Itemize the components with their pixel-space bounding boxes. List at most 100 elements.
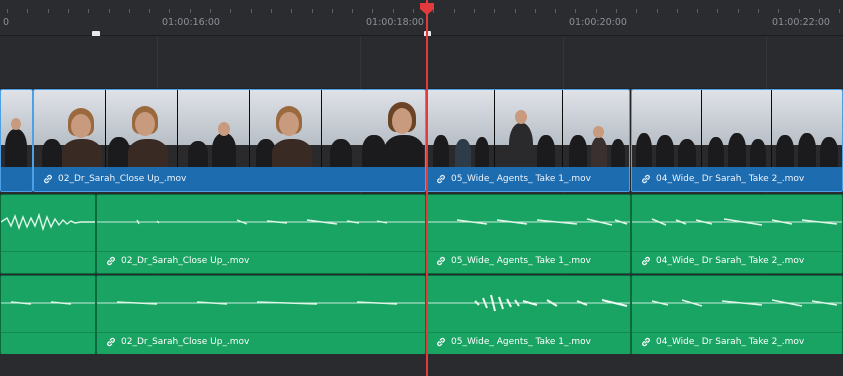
audio-waveform bbox=[97, 301, 425, 305]
video-track-1: 02_Dr_Sarah_Close Up_.mov 05_Wide_ Agent… bbox=[0, 89, 843, 192]
ruler-tick bbox=[169, 9, 170, 13]
ruler-tick bbox=[555, 9, 556, 13]
ruler-tick bbox=[291, 9, 292, 13]
ruler-label-22s: 01:00:22:00 bbox=[772, 17, 830, 28]
clip-label-bar bbox=[1, 167, 32, 191]
audio-waveform bbox=[427, 218, 630, 226]
ruler-tick bbox=[332, 9, 333, 13]
audio-waveform bbox=[97, 219, 425, 225]
ruler-tick bbox=[372, 9, 373, 13]
audio-clip-wide-agents-take-1[interactable]: 05_Wide_ Agents_ Take 1_.mov bbox=[426, 275, 631, 355]
link-icon bbox=[42, 173, 54, 185]
video-clip-wide-dr-sarah-take-2[interactable]: 04_Wide_ Dr Sarah_ Take 2_.mov bbox=[631, 89, 843, 192]
link-icon bbox=[640, 173, 652, 185]
playhead-line[interactable] bbox=[426, 0, 428, 376]
ruler-tick bbox=[27, 9, 28, 13]
clip-name: 05_Wide_ Agents_ Take 1_.mov bbox=[451, 256, 591, 266]
clip-label-bar: 05_Wide_ Agents_ Take 1_.mov bbox=[427, 167, 629, 191]
link-icon bbox=[640, 255, 652, 267]
link-icon bbox=[435, 336, 447, 348]
ruler-tick bbox=[535, 9, 536, 13]
ruler-label-20s: 01:00:20:00 bbox=[569, 17, 627, 28]
ruler-tick bbox=[758, 9, 759, 13]
empty-video-track bbox=[0, 36, 843, 89]
clip-name: 02_Dr_Sarah_Close Up_.mov bbox=[58, 174, 187, 184]
ruler-tick bbox=[68, 9, 69, 13]
audio-clip-wide-agents-take-1[interactable]: 05_Wide_ Agents_ Take 1_.mov bbox=[426, 194, 631, 274]
audio-clip-wide-dr-sarah-take-2[interactable]: 04_Wide_ Dr Sarah_ Take 2_.mov bbox=[631, 275, 843, 355]
playhead-marker-icon[interactable] bbox=[419, 2, 435, 16]
audio-track-1: 02_Dr_Sarah_Close Up_.mov 05_Wide_ Agent… bbox=[0, 194, 843, 274]
ruler-tick bbox=[717, 9, 718, 13]
ruler-tick bbox=[454, 9, 455, 13]
clip-name: 04_Wide_ Dr Sarah_ Take 2_.mov bbox=[656, 337, 805, 347]
clip-thumbnails bbox=[632, 90, 842, 169]
clip-thumbnails bbox=[34, 90, 425, 169]
clip-label-bar: 04_Wide_ Dr Sarah_ Take 2_.mov bbox=[632, 167, 842, 191]
ruler-tick bbox=[778, 9, 779, 13]
ruler-tick bbox=[839, 9, 840, 13]
ruler-tick bbox=[149, 9, 150, 13]
link-icon bbox=[435, 255, 447, 267]
ruler-label-0: 0 bbox=[3, 17, 10, 28]
ruler-tick bbox=[393, 9, 394, 13]
audio-clip-dr-sarah-close-up[interactable]: 02_Dr_Sarah_Close Up_.mov bbox=[96, 275, 426, 355]
ruler-tick bbox=[677, 9, 678, 13]
ruler-tick bbox=[515, 9, 516, 13]
ruler-tick bbox=[230, 9, 231, 13]
timeline[interactable]: 0 01:00:16:00 01:00:18:00 01:00:20:00 01… bbox=[0, 0, 843, 376]
ruler-tick bbox=[799, 9, 800, 13]
ruler-tick bbox=[616, 9, 617, 13]
clip-name: 02_Dr_Sarah_Close Up_.mov bbox=[121, 256, 250, 266]
clip-thumbnails bbox=[427, 90, 629, 169]
clip-name: 04_Wide_ Dr Sarah_ Take 2_.mov bbox=[656, 174, 805, 184]
ruler-tick bbox=[352, 9, 353, 13]
audio-waveform bbox=[632, 299, 842, 307]
ruler-tick bbox=[819, 9, 820, 13]
ruler-tick bbox=[312, 9, 313, 13]
ruler-tick bbox=[494, 9, 495, 13]
video-clip-previous[interactable] bbox=[0, 89, 33, 192]
ruler-tick bbox=[210, 9, 211, 13]
ruler-tick bbox=[657, 9, 658, 13]
ruler-tick bbox=[48, 9, 49, 13]
link-icon bbox=[640, 336, 652, 348]
ruler-tick bbox=[271, 9, 272, 13]
ruler-tick bbox=[474, 9, 475, 13]
ruler-tick bbox=[88, 9, 89, 13]
audio-track-2: 02_Dr_Sarah_Close Up_.mov 05_Wide_ Agent… bbox=[0, 275, 843, 355]
audio-waveform bbox=[1, 212, 95, 232]
ruler-tick bbox=[697, 9, 698, 13]
link-icon bbox=[105, 336, 117, 348]
link-icon bbox=[105, 255, 117, 267]
clip-name: 05_Wide_ Agents_ Take 1_.mov bbox=[451, 337, 591, 347]
ruler-tick bbox=[129, 9, 130, 13]
audio-clip-previous[interactable] bbox=[0, 275, 96, 355]
ruler-tick bbox=[636, 9, 637, 13]
audio-clip-dr-sarah-close-up[interactable]: 02_Dr_Sarah_Close Up_.mov bbox=[96, 194, 426, 274]
clip-name: 02_Dr_Sarah_Close Up_.mov bbox=[121, 337, 250, 347]
audio-waveform bbox=[632, 218, 842, 226]
ruler-tick bbox=[251, 9, 252, 13]
ruler-label-18s: 01:00:18:00 bbox=[366, 17, 424, 28]
audio-waveform bbox=[1, 301, 95, 305]
ruler-tick bbox=[7, 9, 8, 13]
clip-name: 04_Wide_ Dr Sarah_ Take 2_.mov bbox=[656, 256, 805, 266]
audio-waveform bbox=[427, 294, 630, 312]
ruler-label-16s: 01:00:16:00 bbox=[162, 17, 220, 28]
ruler-tick bbox=[575, 9, 576, 13]
timeline-bottom bbox=[0, 354, 843, 376]
ruler-tick bbox=[738, 9, 739, 13]
ruler-tick bbox=[596, 9, 597, 13]
ruler-tick bbox=[190, 9, 191, 13]
ruler-tick bbox=[413, 9, 414, 13]
audio-clip-previous[interactable] bbox=[0, 194, 96, 274]
video-clip-wide-agents-take-1[interactable]: 05_Wide_ Agents_ Take 1_.mov bbox=[426, 89, 630, 192]
clip-label-bar: 02_Dr_Sarah_Close Up_.mov bbox=[34, 167, 425, 191]
clip-name: 05_Wide_ Agents_ Take 1_.mov bbox=[451, 174, 591, 184]
clip-thumbnails bbox=[1, 90, 32, 169]
ruler-tick bbox=[109, 9, 110, 13]
link-icon bbox=[435, 173, 447, 185]
audio-clip-wide-dr-sarah-take-2[interactable]: 04_Wide_ Dr Sarah_ Take 2_.mov bbox=[631, 194, 843, 274]
video-clip-dr-sarah-close-up[interactable]: 02_Dr_Sarah_Close Up_.mov bbox=[33, 89, 426, 192]
